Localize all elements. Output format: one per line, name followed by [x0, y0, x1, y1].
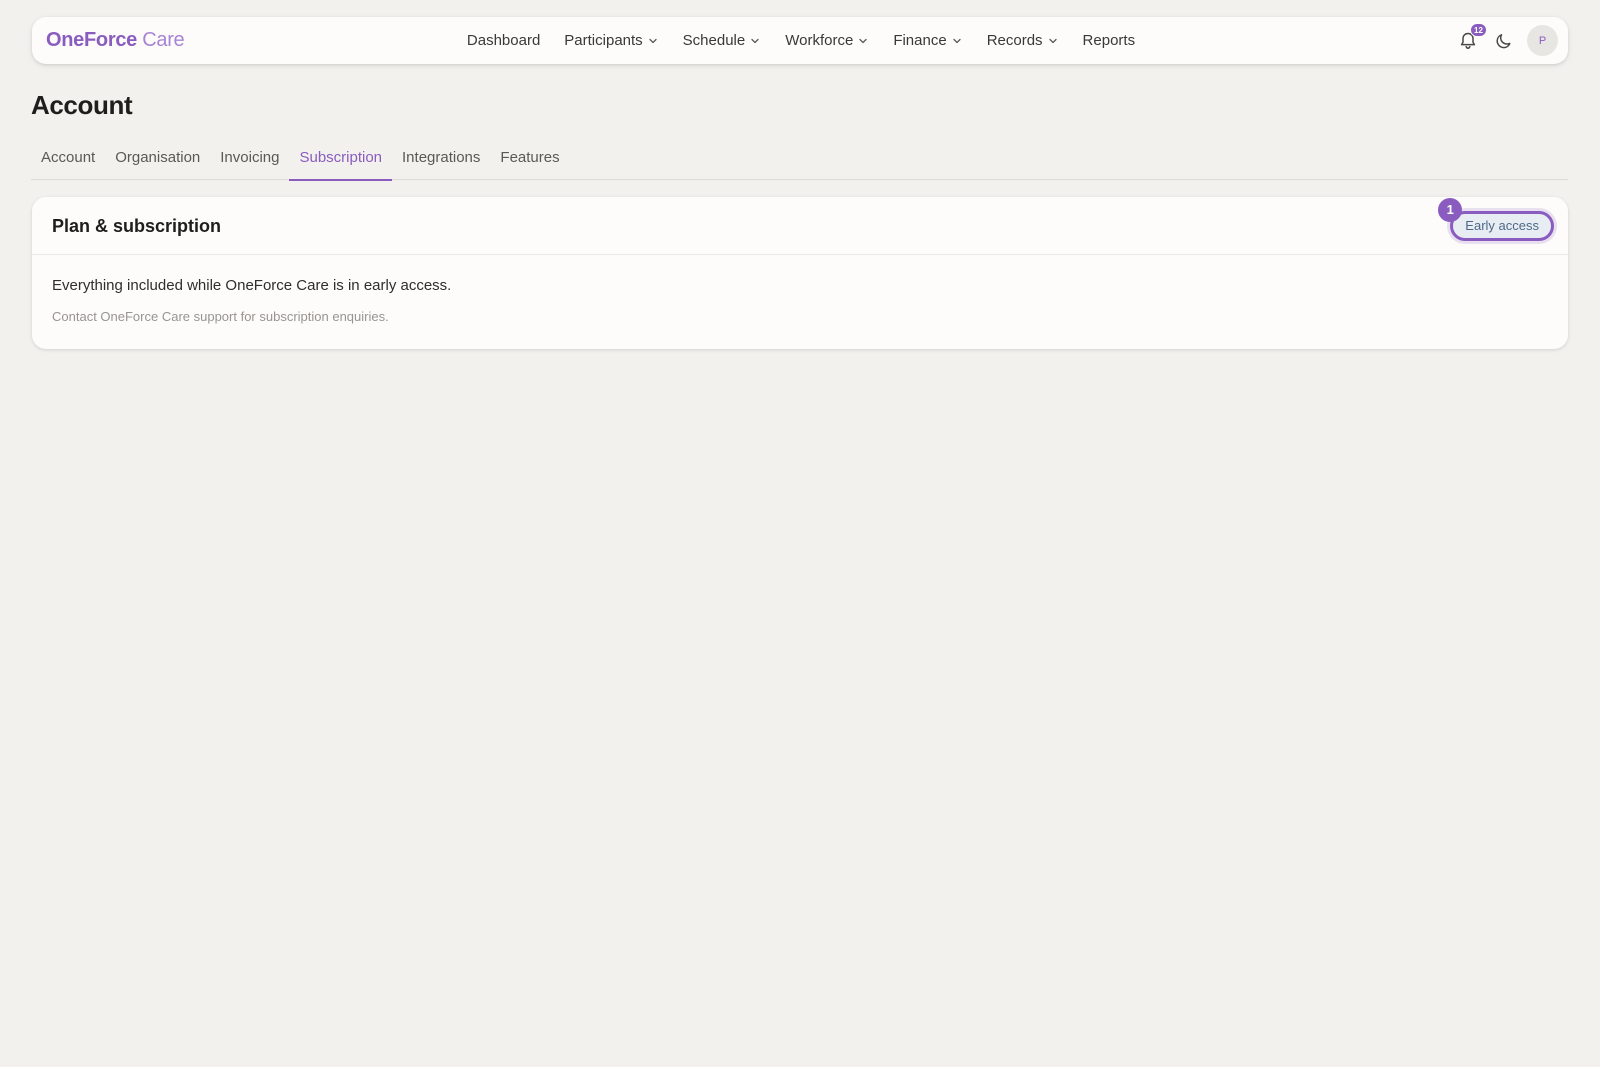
nav-item-label: Reports: [1082, 32, 1136, 49]
logo-text-primary: OneForce: [46, 29, 137, 51]
app-logo[interactable]: OneForce Care: [46, 17, 185, 64]
nav-item-label: Workforce: [785, 32, 854, 49]
tab-integrations[interactable]: Integrations: [392, 143, 490, 180]
tab-invoicing[interactable]: Invoicing: [210, 143, 289, 180]
theme-toggle-button[interactable]: [1491, 28, 1517, 54]
nav-item-label: Participants: [564, 32, 643, 49]
main-nav: Dashboard Participants Schedule Workforc…: [32, 17, 1568, 64]
card-header: Plan & subscription Early access 1: [32, 197, 1568, 255]
card-body: Everything included while OneForce Care …: [32, 255, 1568, 324]
nav-item-schedule[interactable]: Schedule: [671, 25, 774, 57]
chevron-down-icon: [1048, 38, 1057, 43]
nav-item-reports[interactable]: Reports: [1071, 25, 1148, 57]
nav-item-dashboard[interactable]: Dashboard: [455, 25, 552, 57]
nav-item-label: Schedule: [682, 32, 746, 49]
chevron-down-icon: [751, 38, 759, 43]
tab-organisation[interactable]: Organisation: [105, 143, 210, 180]
tab-account[interactable]: Account: [31, 143, 105, 180]
plan-subscription-card: Plan & subscription Early access 1 Every…: [32, 197, 1568, 349]
nav-item-finance[interactable]: Finance: [881, 25, 974, 57]
notification-count-badge: 12: [1470, 22, 1487, 37]
nav-item-participants[interactable]: Participants: [552, 25, 670, 57]
card-title: Plan & subscription: [52, 216, 222, 236]
support-note: Contact OneForce Care support for subscr…: [52, 309, 389, 324]
notifications-button[interactable]: 12: [1455, 22, 1487, 54]
early-access-badge[interactable]: Early access: [1450, 211, 1554, 241]
account-tabs: Account Organisation Invoicing Subscript…: [31, 143, 1568, 181]
header-actions: 12 P: [1455, 17, 1558, 64]
user-avatar[interactable]: P: [1527, 25, 1558, 56]
tab-subscription[interactable]: Subscription: [289, 143, 392, 181]
nav-item-label: Dashboard: [466, 32, 541, 49]
top-navbar: OneForce Care Dashboard Participants Sch…: [32, 17, 1568, 64]
chevron-down-icon: [953, 38, 961, 43]
nav-item-workforce[interactable]: Workforce: [773, 25, 881, 57]
plan-description: Everything included while OneForce Care …: [52, 277, 452, 294]
tab-features[interactable]: Features: [490, 143, 569, 180]
moon-icon: [1496, 33, 1511, 48]
chevron-down-icon: [859, 38, 867, 43]
chevron-down-icon: [649, 38, 657, 43]
nav-item-records[interactable]: Records: [975, 25, 1071, 57]
early-access-badge-wrapper: Early access 1: [1438, 198, 1554, 241]
page-title: Account: [31, 90, 133, 120]
nav-item-label: Finance: [893, 32, 947, 49]
nav-item-label: Records: [986, 32, 1043, 49]
logo-text-secondary: Care: [142, 29, 185, 51]
